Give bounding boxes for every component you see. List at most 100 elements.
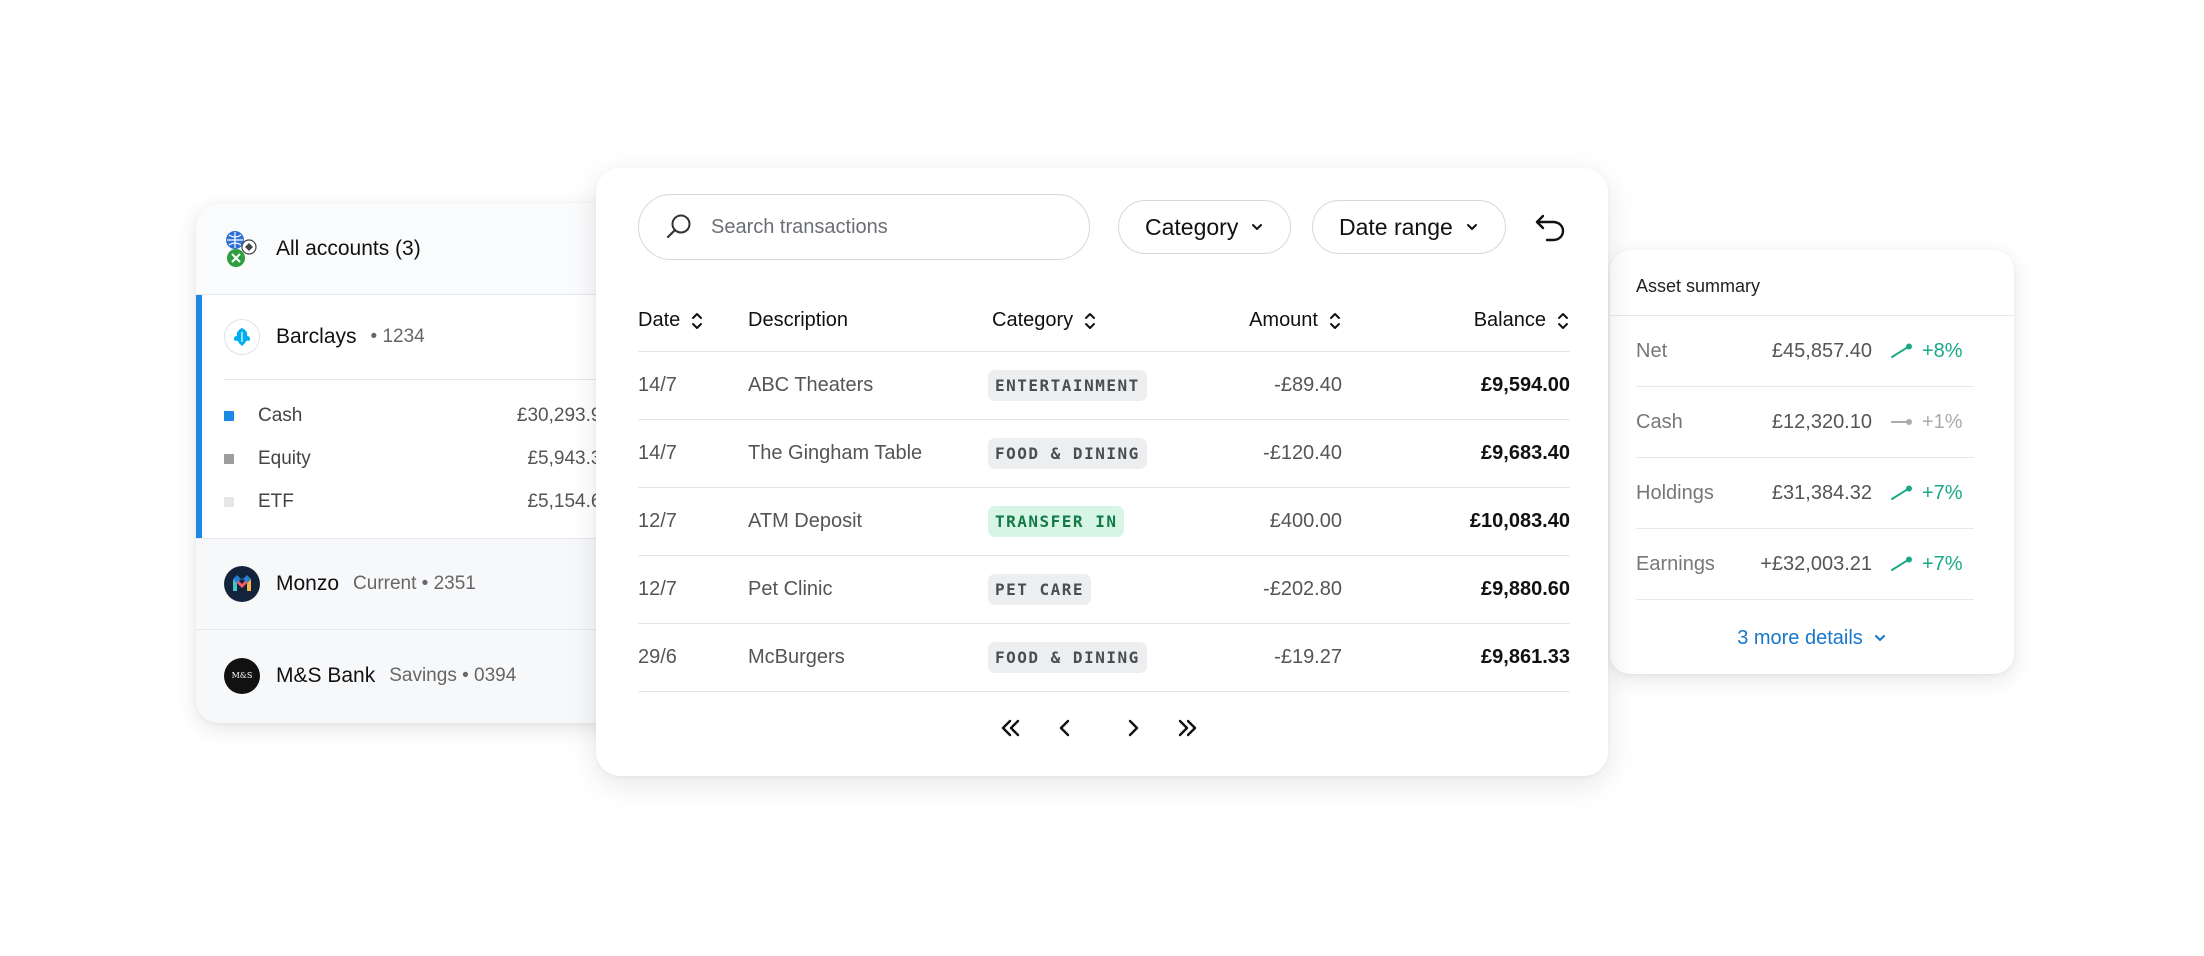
account-name: Barclays bbox=[276, 325, 357, 348]
equity-legend-square bbox=[224, 453, 234, 464]
category-filter-label: Category bbox=[1145, 213, 1239, 240]
row-date: 14/7 bbox=[638, 442, 677, 464]
summary-label: Holdings bbox=[1636, 481, 1714, 504]
sort-date-header[interactable]: Date bbox=[638, 309, 748, 332]
reset-filters-button[interactable] bbox=[1532, 210, 1568, 246]
account-name: Monzo bbox=[276, 572, 340, 595]
trend-up-icon bbox=[1891, 343, 1912, 358]
category-pill: FOOD & DINING bbox=[988, 642, 1147, 673]
pagination bbox=[996, 713, 1202, 743]
selected-indicator bbox=[196, 295, 202, 538]
summary-value: £31,384.32 bbox=[1771, 481, 1872, 504]
summary-value: £12,320.10 bbox=[1771, 410, 1872, 433]
table-row[interactable]: 14/7 ABC Theaters ENTERTAINMENT -£89.40 … bbox=[638, 352, 1570, 420]
account-monzo[interactable]: Monzo Current • 2351 bbox=[196, 539, 636, 630]
row-balance: £9,880.60 bbox=[1481, 578, 1570, 600]
row-date: 29/6 bbox=[638, 646, 677, 668]
summary-value: +£32,003.21 bbox=[1760, 552, 1872, 575]
previous-page-button[interactable] bbox=[1050, 713, 1080, 743]
accounts-panel: All accounts (3) Barclays • 1234 Cash £3… bbox=[196, 203, 636, 723]
table-row[interactable]: 12/7 Pet Clinic PET CARE -£202.80 £9,880… bbox=[638, 556, 1570, 624]
asset-label: Cash bbox=[258, 404, 303, 426]
ms-bank-logo-icon: M&S bbox=[224, 657, 260, 694]
summary-row-cash: Cash £12,320.10 +1% bbox=[1636, 387, 1974, 458]
search-icon bbox=[666, 214, 691, 239]
column-label: Category bbox=[992, 309, 1074, 331]
column-label: Balance bbox=[1473, 309, 1546, 331]
bank-logos-stack-icon bbox=[224, 230, 260, 268]
account-number: • 1234 bbox=[370, 326, 425, 347]
sort-category-header[interactable]: Category bbox=[992, 309, 1216, 332]
table-row[interactable]: 12/7 ATM Deposit TRANSFER IN £400.00 £10… bbox=[638, 488, 1570, 556]
summary-label: Cash bbox=[1636, 410, 1683, 433]
summary-row-earnings: Earnings +£32,003.21 +7% bbox=[1636, 529, 1974, 600]
table-header: Date Description Category Amount Balance bbox=[638, 290, 1570, 352]
account-number: Current • 2351 bbox=[353, 573, 476, 594]
sort-balance-header[interactable]: Balance bbox=[1342, 309, 1570, 332]
asset-row-equity: Equity £5,943.39 bbox=[224, 437, 612, 480]
row-date: 12/7 bbox=[638, 578, 677, 600]
first-page-button[interactable] bbox=[996, 713, 1026, 743]
column-label: Date bbox=[638, 309, 681, 331]
barclays-eagle-icon bbox=[224, 319, 260, 355]
last-page-button[interactable] bbox=[1172, 713, 1202, 743]
transactions-panel: Category Date range Date Description Cat… bbox=[596, 168, 1608, 776]
category-pill: ENTERTAINMENT bbox=[988, 370, 1147, 401]
summary-change: +8% bbox=[1922, 339, 1963, 362]
all-accounts-title: All accounts (3) bbox=[276, 236, 421, 260]
summary-change: +1% bbox=[1922, 410, 1963, 433]
row-balance: £9,683.40 bbox=[1481, 442, 1570, 464]
ms-logo-text: M&S bbox=[231, 671, 253, 680]
chevron-left-icon bbox=[1059, 719, 1070, 737]
sort-amount-header[interactable]: Amount bbox=[1216, 309, 1342, 332]
row-description: ATM Deposit bbox=[748, 510, 863, 532]
row-amount: £400.00 bbox=[1269, 510, 1342, 532]
account-barclays[interactable]: Barclays • 1234 Cash £30,293.94 Equity £… bbox=[196, 295, 636, 539]
category-pill: TRANSFER IN bbox=[988, 506, 1125, 537]
row-description: ABC Theaters bbox=[748, 374, 874, 396]
chevron-down-icon bbox=[1252, 224, 1263, 230]
category-filter-button[interactable]: Category bbox=[1118, 200, 1292, 254]
summary-row-net: Net £45,857.40 +8% bbox=[1636, 316, 1974, 387]
category-pill: FOOD & DINING bbox=[988, 438, 1147, 469]
double-chevron-right-icon bbox=[1178, 719, 1197, 737]
summary-label: Earnings bbox=[1636, 552, 1715, 575]
all-accounts-row[interactable]: All accounts (3) bbox=[196, 203, 636, 295]
asset-label: Equity bbox=[258, 447, 311, 469]
asset-row-etf: ETF £5,154.67 bbox=[224, 480, 612, 523]
description-header: Description bbox=[748, 309, 992, 332]
table-row[interactable]: 14/7 The Gingham Table FOOD & DINING -£1… bbox=[638, 420, 1570, 488]
account-name: M&S Bank bbox=[276, 663, 376, 687]
sort-icon bbox=[1328, 310, 1342, 332]
search-input[interactable] bbox=[711, 215, 1071, 239]
next-page-button[interactable] bbox=[1118, 713, 1148, 743]
trend-up-icon bbox=[1891, 485, 1912, 500]
chevron-down-icon bbox=[1466, 224, 1477, 230]
sort-icon bbox=[1083, 310, 1097, 332]
category-pill: PET CARE bbox=[988, 574, 1092, 605]
account-ms-bank[interactable]: M&S M&S Bank Savings • 0394 bbox=[196, 630, 636, 721]
asset-breakdown: Cash £30,293.94 Equity £5,943.39 ETF £5,… bbox=[196, 380, 636, 523]
table-row[interactable]: 29/6 McBurgers FOOD & DINING -£19.27 £9,… bbox=[638, 624, 1570, 692]
date-range-filter-button[interactable]: Date range bbox=[1312, 200, 1506, 254]
asset-row-cash: Cash £30,293.94 bbox=[224, 394, 612, 437]
transactions-table: Date Description Category Amount Balance… bbox=[638, 290, 1570, 692]
asset-label: ETF bbox=[258, 490, 294, 512]
sort-icon bbox=[1556, 310, 1570, 332]
row-balance: £9,594.00 bbox=[1481, 374, 1570, 396]
column-label: Amount bbox=[1249, 309, 1318, 331]
column-label: Description bbox=[748, 309, 849, 331]
etf-legend-square bbox=[224, 496, 234, 507]
summary-row-holdings: Holdings £31,384.32 +7% bbox=[1636, 458, 1974, 529]
search-field[interactable] bbox=[638, 194, 1090, 260]
row-date: 14/7 bbox=[638, 374, 677, 396]
summary-value: £45,857.40 bbox=[1771, 339, 1872, 362]
chevron-right-icon bbox=[1128, 719, 1139, 737]
row-amount: -£89.40 bbox=[1274, 374, 1342, 396]
row-description: Pet Clinic bbox=[748, 578, 833, 600]
summary-change: +7% bbox=[1922, 552, 1963, 575]
row-amount: -£202.80 bbox=[1263, 578, 1342, 600]
more-details-link[interactable]: 3 more details bbox=[1610, 600, 2014, 676]
date-range-filter-label: Date range bbox=[1339, 213, 1453, 240]
double-chevron-left-icon bbox=[1001, 719, 1020, 737]
